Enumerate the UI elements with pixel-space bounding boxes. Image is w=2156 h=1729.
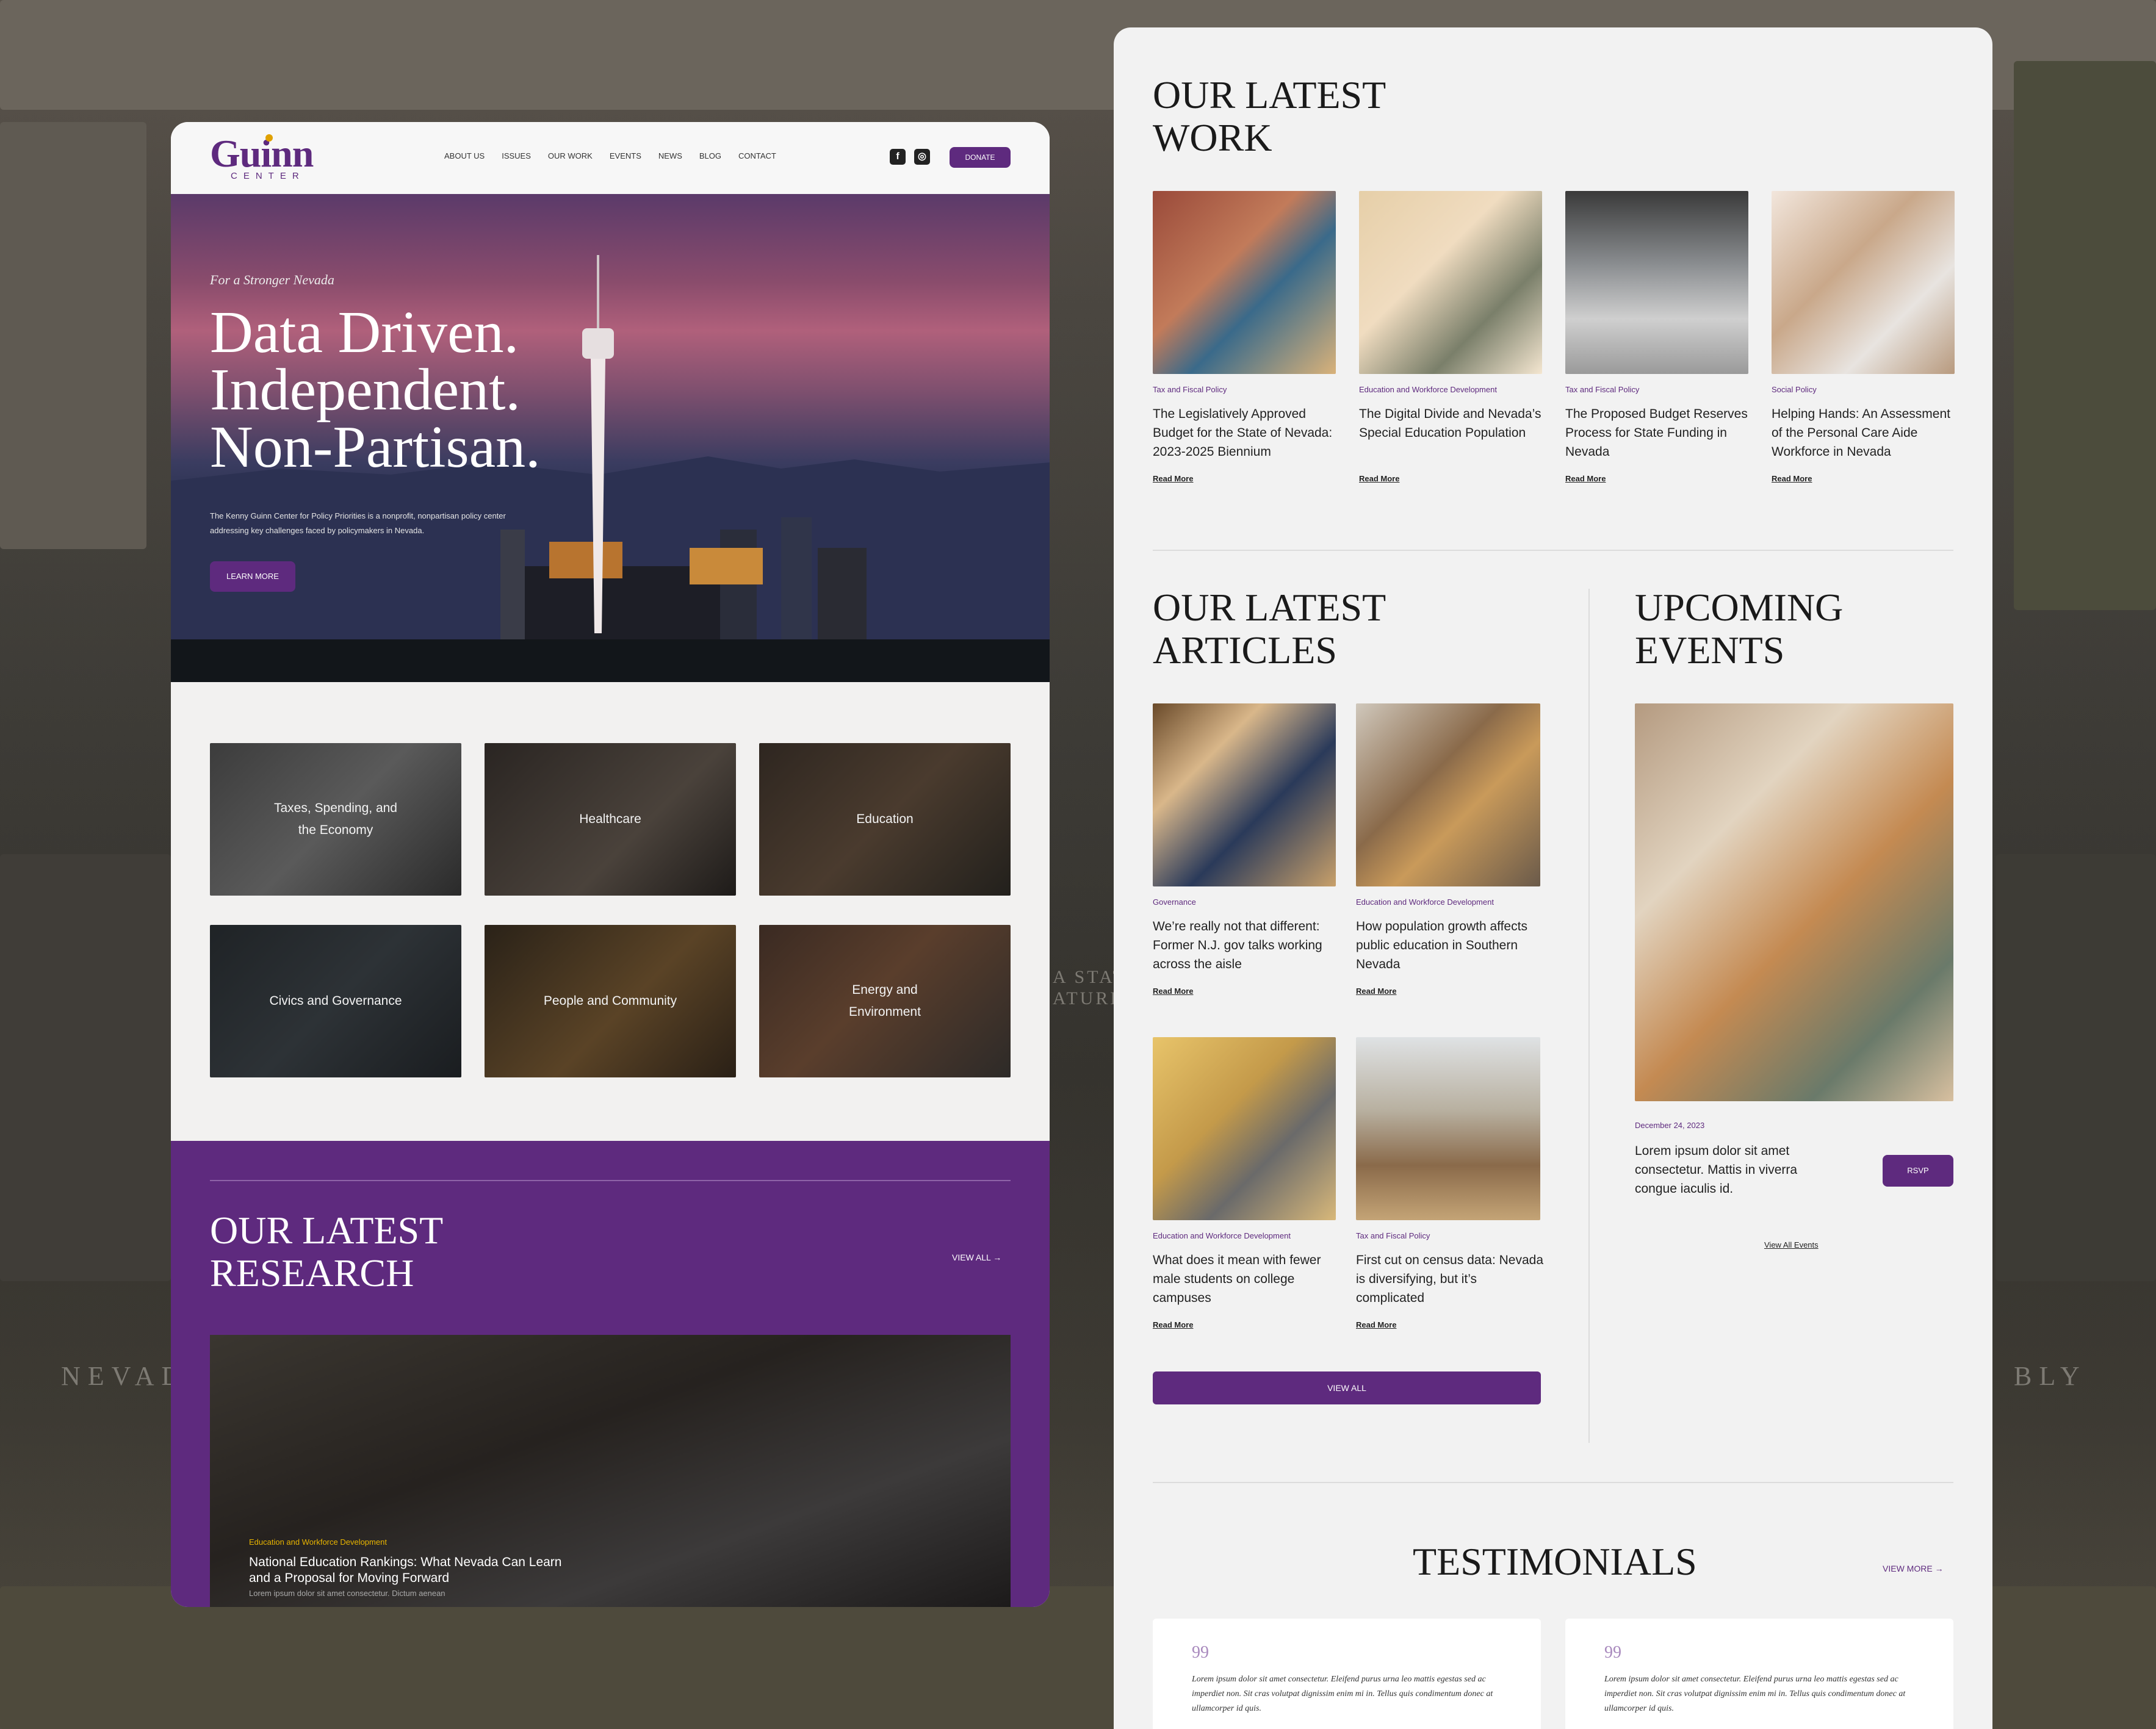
issue-tile-label: Taxes, Spending, and the Economy (274, 801, 397, 837)
work-read-more-link[interactable]: Read More (1153, 474, 1193, 483)
latest-work-heading: OUR LATEST WORK (1153, 73, 1386, 159)
section-divider (210, 1180, 1011, 1181)
article-title[interactable]: What does it mean with fewer male studen… (1153, 1251, 1336, 1307)
arrow-right-icon: → (1934, 1564, 1944, 1573)
article-read-more-link[interactable]: Read More (1356, 987, 1396, 996)
work-title[interactable]: The Proposed Budget Reserves Process for… (1565, 404, 1748, 461)
view-all-events-link[interactable]: View All Events (1764, 1240, 1819, 1249)
work-title[interactable]: Helping Hands: An Assessment of the Pers… (1772, 404, 1955, 461)
facebook-icon[interactable]: f (890, 149, 906, 165)
article-image-4[interactable] (1356, 1037, 1540, 1220)
homepage-top-card: Guinn CENTER ABOUT US ISSUES OUR WORK EV… (171, 122, 1050, 1607)
latest-research-section: OUR LATEST RESEARCH VIEW ALL → Education… (171, 1141, 1050, 1607)
logo-dot-icon (265, 134, 273, 142)
homepage-bottom-card: OUR LATEST WORK Tax and Fiscal Policy Ed… (1114, 27, 1992, 1729)
work-read-more-link[interactable]: Read More (1772, 474, 1812, 483)
testimonial-card: 99 Lorem ipsum dolor sit amet consectetu… (1565, 1619, 1953, 1729)
background-sign-right: BLY (2014, 1361, 2087, 1391)
main-nav: ABOUT US ISSUES OUR WORK EVENTS NEWS BLO… (444, 151, 793, 160)
quote-icon: 99 (1604, 1643, 1621, 1662)
logo[interactable]: Guinn (210, 134, 314, 173)
view-more-label: VIEW MORE (1883, 1564, 1933, 1573)
nav-events[interactable]: EVENTS (610, 151, 641, 160)
instagram-icon[interactable]: ◎ (914, 149, 930, 165)
article-title[interactable]: First cut on census data: Nevada is dive… (1356, 1251, 1545, 1307)
work-category[interactable]: Social Policy (1772, 385, 1817, 394)
work-image-3[interactable] (1565, 191, 1748, 374)
section-divider (1153, 550, 1953, 551)
work-category[interactable]: Tax and Fiscal Policy (1153, 385, 1227, 394)
work-title[interactable]: The Digital Divide and Nevada’s Special … (1359, 404, 1542, 442)
hero-kicker: For a Stronger Nevada (210, 272, 334, 287)
work-image-2[interactable] (1359, 191, 1542, 374)
work-image-1[interactable] (1153, 191, 1336, 374)
rsvp-button[interactable]: RSVP (1883, 1155, 1953, 1187)
work-image-4[interactable] (1772, 191, 1955, 374)
nav-blog[interactable]: BLOG (699, 151, 721, 160)
work-title[interactable]: The Legislatively Approved Budget for th… (1153, 404, 1336, 461)
testimonial-card: 99 Lorem ipsum dolor sit amet consectetu… (1153, 1619, 1541, 1729)
nav-issues[interactable]: ISSUES (502, 151, 531, 160)
article-category[interactable]: Governance (1153, 897, 1196, 907)
issue-tile-education[interactable]: Education (759, 743, 1011, 896)
issue-tile-taxes[interactable]: Taxes, Spending, and the Economy (210, 743, 461, 896)
column-divider (1588, 589, 1590, 1443)
site-header: Guinn CENTER ABOUT US ISSUES OUR WORK EV… (171, 122, 1050, 194)
research-heading: OUR LATEST RESEARCH (210, 1209, 443, 1295)
view-all-label: VIEW ALL (952, 1253, 991, 1262)
testimonial-text: Lorem ipsum dolor sit amet consectetur. … (1192, 1675, 1493, 1713)
issue-tile-label: People and Community (543, 994, 677, 1008)
research-featured-category[interactable]: Education and Workforce Development (249, 1537, 387, 1547)
work-category[interactable]: Education and Workforce Development (1359, 385, 1497, 394)
logo-subtitle: CENTER (231, 171, 305, 181)
nav-our-work[interactable]: OUR WORK (548, 151, 593, 160)
event-description: Lorem ipsum dolor sit amet consectetur. … (1635, 1144, 1798, 1196)
learn-more-button[interactable]: LEARN MORE (210, 561, 295, 592)
hero-headline: Data Driven. Independent. Non-Partisan. (210, 300, 541, 480)
issue-tile-civics[interactable]: Civics and Governance (210, 925, 461, 1077)
articles-view-all-button[interactable]: VIEW ALL (1153, 1371, 1541, 1404)
issue-tile-people[interactable]: People and Community (485, 925, 736, 1077)
donate-button[interactable]: DONATE (950, 147, 1011, 168)
testimonials-view-more-link[interactable]: VIEW MORE → (1883, 1564, 1944, 1573)
work-category[interactable]: Tax and Fiscal Policy (1565, 385, 1639, 394)
issue-tile-label: Energy and Environment (849, 983, 921, 1019)
issue-tile-label: Healthcare (579, 812, 641, 826)
work-read-more-link[interactable]: Read More (1359, 474, 1399, 483)
testimonial-text: Lorem ipsum dolor sit amet consectetur. … (1604, 1675, 1906, 1713)
article-title[interactable]: How population growth affects public edu… (1356, 917, 1539, 974)
section-divider (1153, 1482, 1953, 1483)
background-sign-left: NEVAD (61, 1361, 189, 1391)
arrow-right-icon: → (993, 1253, 1002, 1262)
research-featured-title[interactable]: National Education Rankings: What Nevada… (249, 1555, 566, 1586)
event-image[interactable] (1635, 703, 1953, 1101)
article-image-2[interactable] (1356, 703, 1540, 886)
hero-description: The Kenny Guinn Center for Policy Priori… (210, 511, 506, 535)
article-image-3[interactable] (1153, 1037, 1336, 1220)
nav-about-us[interactable]: ABOUT US (444, 151, 485, 160)
testimonials-heading: TESTIMONIALS (1413, 1540, 1697, 1583)
work-read-more-link[interactable]: Read More (1565, 474, 1606, 483)
latest-articles-heading: OUR LATEST ARTICLES (1153, 586, 1386, 672)
article-category[interactable]: Education and Workforce Development (1356, 897, 1494, 907)
nav-news[interactable]: NEWS (658, 151, 682, 160)
article-read-more-link[interactable]: Read More (1153, 987, 1193, 996)
issue-tile-label: Civics and Governance (269, 994, 402, 1008)
article-category[interactable]: Education and Workforce Development (1153, 1231, 1291, 1240)
article-category[interactable]: Tax and Fiscal Policy (1356, 1231, 1430, 1240)
article-image-1[interactable] (1153, 703, 1336, 886)
article-title[interactable]: We’re really not that different: Former … (1153, 917, 1336, 974)
article-read-more-link[interactable]: Read More (1153, 1320, 1193, 1329)
article-read-more-link[interactable]: Read More (1356, 1320, 1396, 1329)
quote-icon: 99 (1192, 1643, 1209, 1662)
event-date: December 24, 2023 (1635, 1121, 1705, 1130)
research-view-all-link[interactable]: VIEW ALL → (952, 1253, 1001, 1262)
issue-tile-healthcare[interactable]: Healthcare (485, 743, 736, 896)
hero-banner: For a Stronger Nevada Data Driven. Indep… (171, 194, 1050, 682)
nav-contact[interactable]: CONTACT (738, 151, 776, 160)
upcoming-events-heading: UPCOMING EVENTS (1635, 586, 1844, 672)
issue-tile-label: Education (856, 812, 914, 826)
issue-tile-energy[interactable]: Energy and Environment (759, 925, 1011, 1077)
research-featured-excerpt: Lorem ipsum dolor sit amet consectetur. … (249, 1589, 445, 1598)
